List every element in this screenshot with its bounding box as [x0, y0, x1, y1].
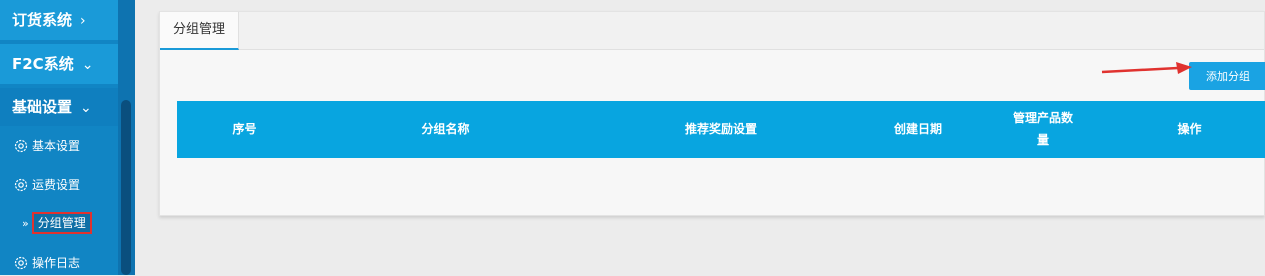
column-header-group-name: 分组名称	[421, 122, 470, 136]
column-header-line: 管理产品数	[1012, 111, 1073, 125]
gear-icon	[14, 139, 28, 153]
chevron-down-icon: ⌄	[80, 100, 92, 116]
annotation-arrow-icon	[1101, 62, 1192, 74]
main-panel: 分组管理 添加分组 序号 分组名称 推荐奖励设置 创建日期 管理产品数 量 操作	[159, 11, 1265, 216]
sidebar-item-basic-settings[interactable]: 基本设置	[0, 133, 118, 159]
column-header-product-count: 管理产品数 量	[973, 101, 1113, 158]
sidebar-item-label: 运费设置	[32, 178, 81, 192]
sidebar-scrollbar-thumb[interactable]	[121, 100, 131, 275]
column-header-reward-settings: 推荐奖励设置	[684, 122, 757, 136]
column-header-index: 序号	[232, 122, 257, 136]
tab-group-management[interactable]: 分组管理	[160, 12, 240, 50]
chevron-right-icon: ›	[80, 13, 86, 29]
sidebar-section-label: 订货系统	[12, 11, 73, 29]
sidebar-item-operation-log[interactable]: 操作日志	[0, 250, 118, 276]
sidebar-section-label: F2C系统	[12, 55, 74, 73]
add-group-button[interactable]: 添加分组	[1189, 62, 1265, 90]
sidebar-section-basic-settings[interactable]: 基础设置 ⌄	[0, 88, 118, 126]
sidebar-section-order-system[interactable]: 订货系统 ›	[0, 0, 118, 40]
tab-bar: 分组管理	[160, 12, 1264, 50]
gear-icon	[14, 178, 28, 192]
column-header-actions: 操作	[1177, 122, 1202, 136]
sidebar-section-label: 基础设置	[12, 98, 73, 116]
sidebar-item-label: 操作日志	[32, 256, 81, 270]
double-arrow-icon: »	[22, 217, 29, 230]
sidebar-item-label: 分组管理	[31, 212, 92, 234]
column-header-line: 量	[1036, 133, 1049, 147]
column-header-created-date: 创建日期	[893, 122, 942, 136]
gear-icon	[14, 256, 28, 270]
sidebar-item-group-management[interactable]: » 分组管理	[0, 210, 118, 236]
sidebar-item-shipping-settings[interactable]: 运费设置	[0, 172, 118, 198]
sidebar-item-label: 基本设置	[32, 139, 81, 153]
sidebar: 订货系统 › F2C系统 ⌄ 基础设置 ⌄ 基本设置 运费设置 » 分组管理 操作日志	[0, 0, 118, 275]
sidebar-section-f2c-system[interactable]: F2C系统 ⌄	[0, 44, 118, 84]
table-header: 序号 分组名称 推荐奖励设置 创建日期 管理产品数 量 操作	[177, 101, 1265, 158]
chevron-down-icon: ⌄	[81, 57, 94, 73]
